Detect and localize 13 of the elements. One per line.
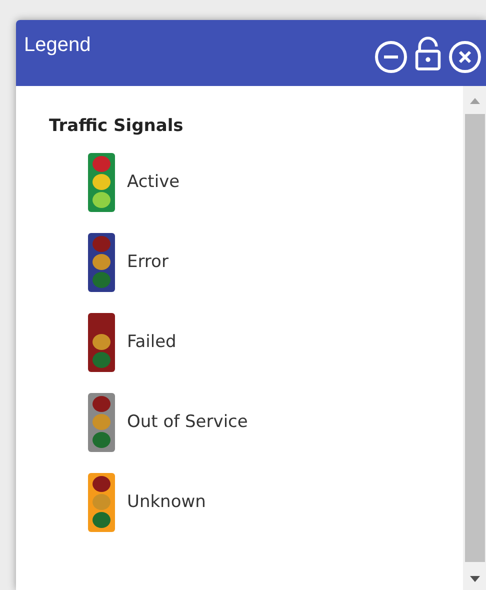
close-icon[interactable]	[448, 40, 482, 74]
legend-label: Active	[127, 172, 180, 192]
minimize-icon[interactable]	[374, 40, 408, 74]
window-title: Legend	[24, 34, 91, 56]
scrollbar-thumb[interactable]	[464, 114, 484, 562]
layer-title: Traffic Signals	[49, 116, 184, 136]
legend-label: Unknown	[127, 492, 206, 512]
legend-label: Error	[127, 252, 168, 272]
legend-label: Out of Service	[127, 412, 248, 432]
legend-label: Failed	[127, 332, 176, 352]
scroll-down-icon[interactable]	[470, 576, 480, 582]
unlocked-padlock-icon[interactable]	[414, 36, 442, 72]
scrollbar[interactable]	[463, 86, 486, 590]
